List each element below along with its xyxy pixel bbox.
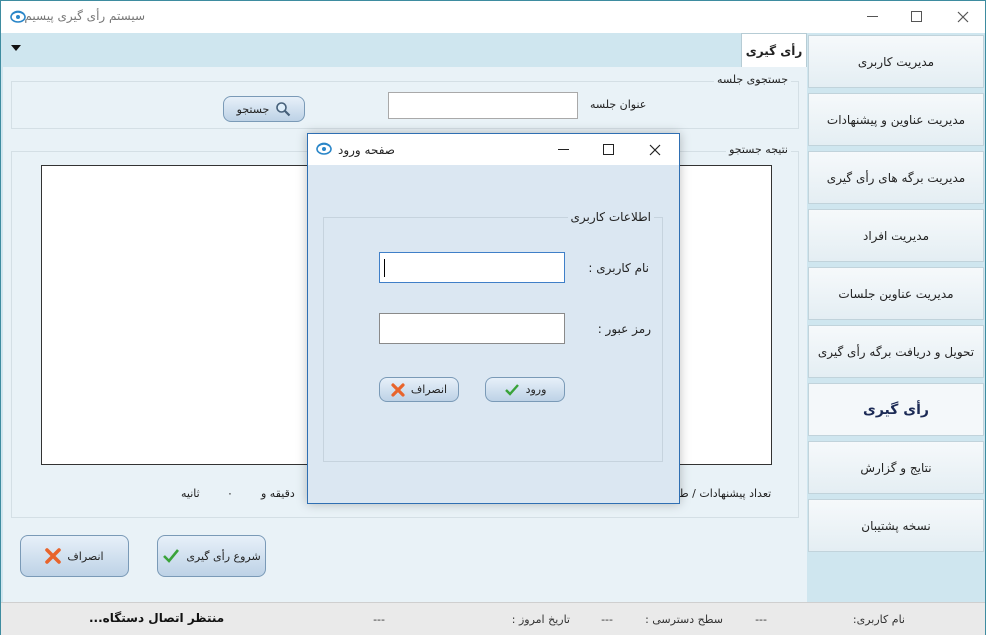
window-title: سیستم رأی گیری پیسیم — [24, 9, 145, 23]
sidebar-item-results-report[interactable]: نتایج و گزارش — [808, 441, 984, 494]
close-icon — [957, 11, 969, 22]
search-button-label: جستجو — [236, 102, 270, 116]
maximize-button[interactable] — [894, 1, 940, 32]
login-cancel-button[interactable]: انصراف — [379, 377, 459, 402]
connection-status: منتظر اتصال دستگاه... — [89, 611, 225, 625]
sidebar-item-titles-proposals[interactable]: مدیریت عناوین و پیشنهادات — [808, 93, 984, 146]
maximize-icon — [603, 143, 614, 155]
status-date-label: تاریخ امروز : — [511, 613, 570, 626]
login-button[interactable]: ورود — [485, 377, 565, 402]
session-title-input[interactable] — [388, 92, 578, 119]
tab-strip: رأی گیری — [1, 33, 807, 67]
dialog-close-button[interactable] — [634, 134, 676, 165]
dialog-maximize-button[interactable] — [589, 134, 629, 165]
login-button-label: ورود — [525, 383, 547, 396]
login-dialog-title: صفحه ورود — [338, 143, 395, 157]
dialog-logo-icon — [316, 142, 332, 155]
maximize-icon — [911, 10, 922, 22]
cancel-button[interactable]: انصراف — [20, 535, 129, 577]
results-group-label: نتیجه جستجو — [726, 143, 791, 156]
user-info-group-label: اطلاعات کاربری — [567, 210, 654, 224]
start-voting-label: شروع رأی گیری — [186, 549, 261, 563]
login-username-label: نام کاربری : — [588, 261, 649, 275]
status-username-label: نام کاربری: — [852, 613, 905, 626]
sidebar-item-people[interactable]: مدیریت افراد — [808, 209, 984, 262]
sidebar-item-ballot-delivery[interactable]: تحویل و دریافت برگه رأی گیری — [808, 325, 984, 378]
minimize-button[interactable] — [850, 1, 896, 32]
cancel-x-icon — [391, 382, 405, 397]
status-username-value: --- — [755, 613, 767, 626]
sidebar-item-session-titles[interactable]: مدیریت عناوین جلسات — [808, 267, 984, 320]
sidebar-item-ballot-sheets[interactable]: مدیریت برگه های رأی گیری — [808, 151, 984, 204]
sidebar-item-user-management[interactable]: مدیریت کاربری — [808, 35, 984, 88]
status-access-label: سطح دسترسی : — [645, 613, 723, 626]
login-cancel-label: انصراف — [410, 383, 448, 396]
sidebar-item-voting[interactable]: رأی گیری — [808, 383, 984, 436]
seconds-label: ثانیه — [181, 487, 200, 500]
close-button[interactable] — [940, 1, 986, 32]
checkmark-icon — [163, 549, 180, 563]
search-icon — [276, 102, 291, 117]
search-group-label: جستجوی جلسه — [714, 73, 791, 86]
minutes-label: دقیقه و — [261, 487, 295, 500]
minimize-icon — [867, 15, 878, 17]
status-date-value: --- — [373, 613, 385, 626]
seconds-value: ۰ — [227, 487, 233, 500]
search-button[interactable]: جستجو — [223, 96, 305, 122]
login-password-label: رمز عبور : — [597, 322, 651, 336]
dialog-minimize-button[interactable] — [544, 134, 584, 165]
status-access-value: --- — [601, 613, 613, 626]
cancel-label: انصراف — [67, 549, 104, 563]
login-dialog: صفحه ورود اطلاعات کاربری نام کاربری : رم… — [307, 133, 680, 504]
minimize-icon — [558, 148, 569, 150]
dropdown-arrow-icon[interactable] — [11, 45, 21, 51]
checkmark-icon — [504, 383, 519, 396]
tab-voting[interactable]: رأی گیری — [741, 33, 807, 67]
close-icon — [649, 144, 661, 155]
status-bar: نام کاربری: --- سطح دسترسی : --- تاریخ ا… — [1, 602, 985, 635]
session-title-label: عنوان جلسه — [590, 98, 647, 111]
login-dialog-titlebar: صفحه ورود — [308, 134, 679, 165]
sidebar-item-backup[interactable]: نسخه پشتیبان — [808, 499, 984, 552]
text-caret — [384, 259, 385, 277]
login-username-input[interactable] — [379, 252, 565, 283]
proposal-count-label: تعداد پیشنهادات / ط... — [668, 487, 772, 500]
sidebar: مدیریت کاربری مدیریت عناوین و پیشنهادات … — [807, 35, 985, 570]
login-password-input[interactable] — [379, 313, 565, 344]
title-bar: سیستم رأی گیری پیسیم — [1, 1, 985, 33]
start-voting-button[interactable]: شروع رأی گیری — [157, 535, 266, 577]
main-window: سیستم رأی گیری پیسیم رأی گیری مدیریت کار… — [0, 0, 986, 635]
cancel-x-icon — [45, 548, 62, 564]
